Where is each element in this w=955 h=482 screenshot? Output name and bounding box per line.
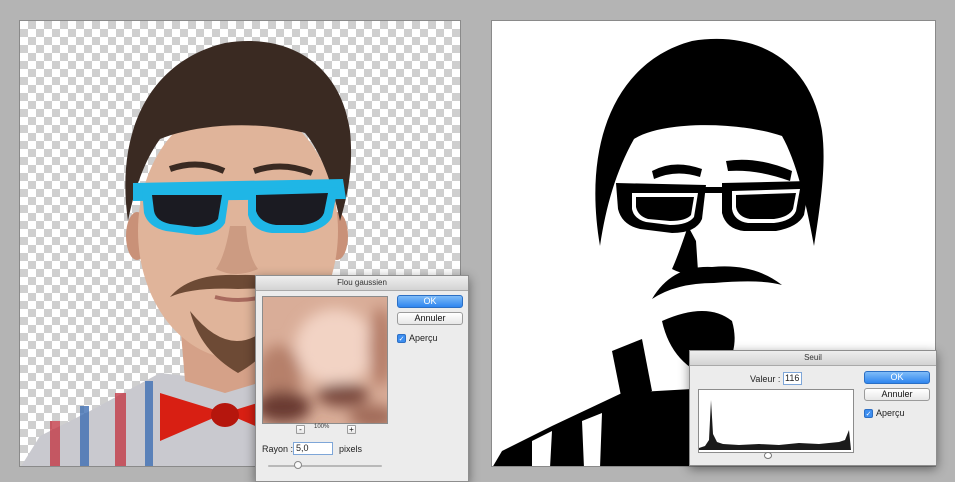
threshold-preview-label: Aperçu (876, 408, 905, 418)
threshold-dialog: Seuil Valeur : 116 OK Annuler ✓ Aperçu (689, 350, 937, 466)
checkmark-icon: ✓ (397, 333, 406, 343)
blur-preview-label: Aperçu (409, 333, 438, 343)
radius-slider-track[interactable] (268, 465, 382, 467)
blur-ok-button[interactable]: OK (397, 295, 463, 308)
blur-preview-window[interactable] (262, 296, 388, 424)
gaussian-blur-dialog-title: Flou gaussien (256, 276, 468, 291)
mustache-silhouette (652, 266, 782, 299)
threshold-value-input[interactable]: 116 (783, 372, 802, 385)
histogram-box[interactable] (698, 389, 854, 453)
zoom-level-label: 100% (314, 424, 330, 430)
radius-unit-label: pixels (339, 444, 363, 454)
gaussian-blur-dialog: Flou gaussien - 100% + OK Annuler ✓ Aper… (255, 275, 469, 482)
zoom-out-button[interactable]: - (296, 425, 305, 434)
threshold-cancel-button[interactable]: Annuler (864, 388, 930, 401)
histogram-graph (699, 400, 851, 450)
threshold-ok-button[interactable]: OK (864, 371, 930, 384)
radius-label: Rayon : (262, 444, 294, 454)
threshold-preview-checkbox[interactable]: ✓ Aperçu (864, 408, 905, 418)
threshold-slider-handle[interactable] (764, 452, 772, 459)
radius-input[interactable]: 5,0 (293, 442, 333, 455)
zoom-in-button[interactable]: + (347, 425, 356, 434)
threshold-value-label: Valeur : (750, 374, 781, 384)
glasses-silhouette (616, 181, 810, 233)
checkmark-icon: ✓ (864, 408, 873, 418)
blurred-nose-preview (263, 297, 387, 423)
radius-slider-thumb[interactable] (294, 461, 302, 469)
threshold-dialog-title: Seuil (690, 351, 936, 366)
blur-cancel-button[interactable]: Annuler (397, 312, 463, 325)
blur-preview-checkbox[interactable]: ✓ Aperçu (397, 333, 438, 343)
